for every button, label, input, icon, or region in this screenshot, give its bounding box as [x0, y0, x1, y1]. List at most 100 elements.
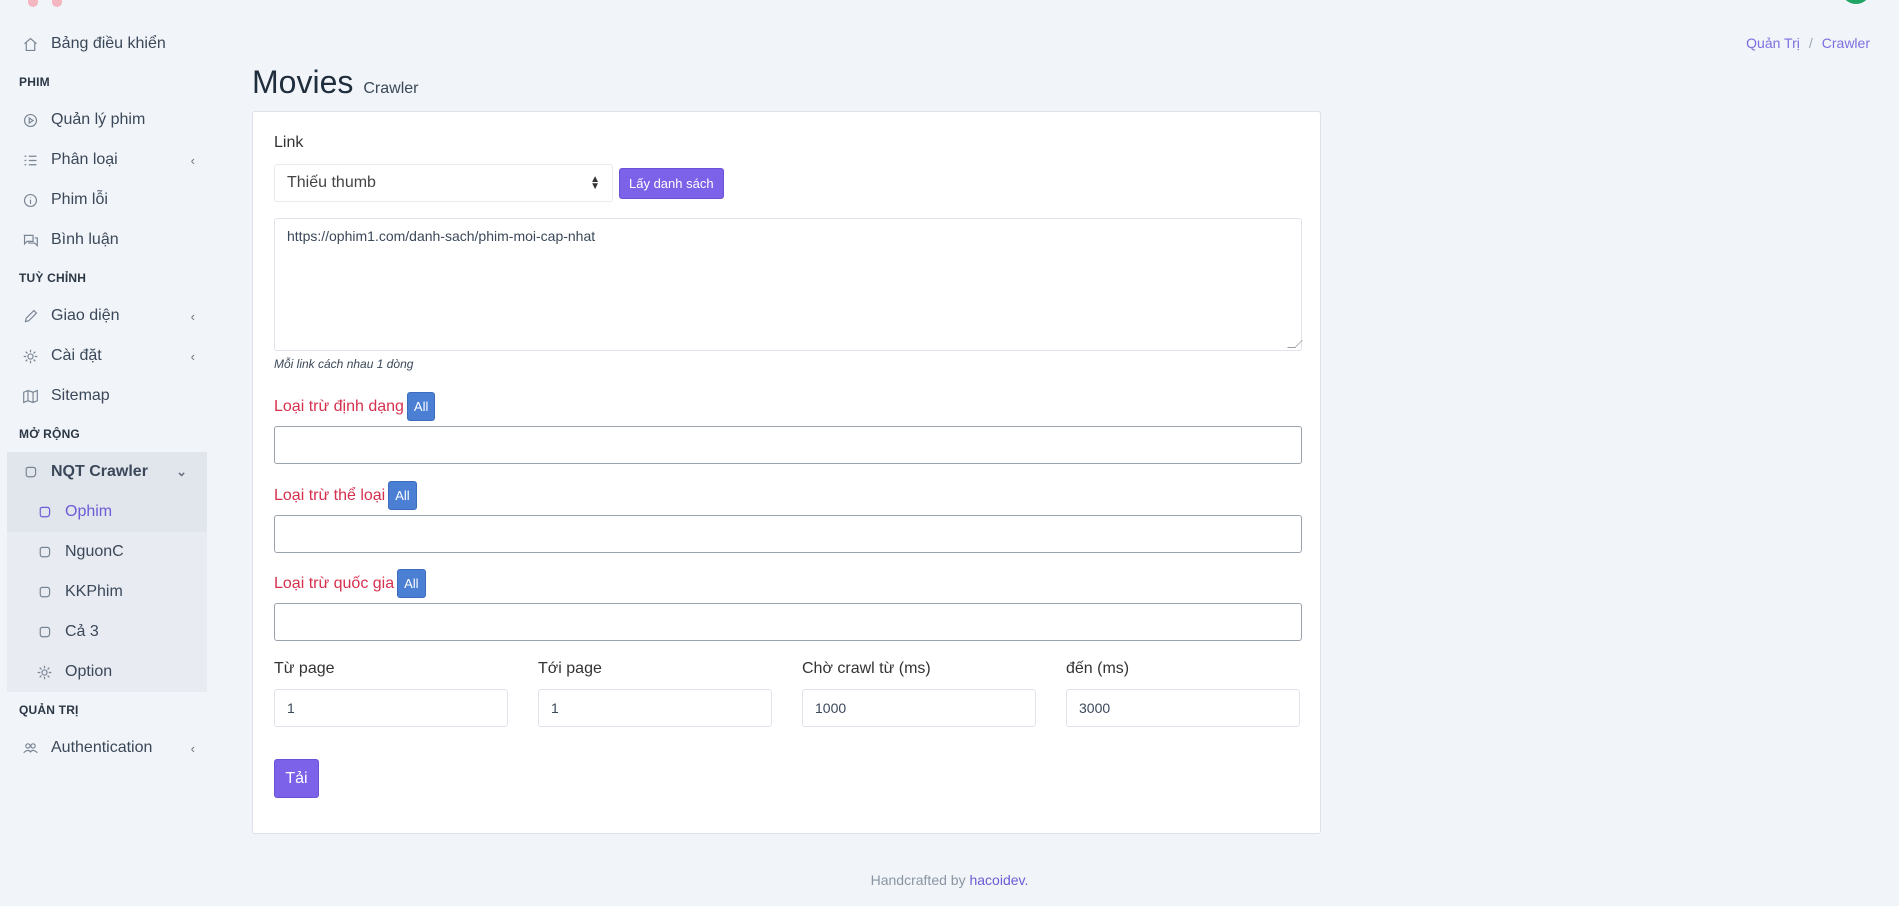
crawler-form-card: Link Thiếu thumb ▲ ▼ Lấy danh sách https:… — [252, 111, 1321, 834]
hand-icon — [20, 462, 40, 482]
link-type-select-value: Thiếu thumb — [287, 174, 376, 191]
hand-icon — [34, 502, 54, 522]
sidebar-item-nqt-crawler[interactable]: NQT Crawler ⌄ — [7, 452, 207, 492]
chevron-down-icon: ⌄ — [176, 464, 187, 479]
breadcrumb-current[interactable]: Crawler — [1822, 35, 1870, 51]
page-subtitle: Crawler — [363, 80, 419, 97]
play-circle-icon — [20, 110, 40, 130]
links-textarea[interactable]: https://ophim1.com/danh-sach/phim-moi-ca… — [274, 218, 1303, 351]
breadcrumb: Quản Trị / Crawler — [1746, 35, 1870, 51]
sidebar-item-label: Bảng điều khiển — [51, 35, 166, 52]
pencil-icon — [20, 306, 40, 326]
app-logo[interactable] — [28, 0, 98, 7]
sidebar-item-categories[interactable]: Phân loại ‹ — [0, 140, 215, 180]
footer: Handcrafted by hacoidev. — [0, 872, 1899, 888]
comments-icon — [20, 230, 40, 250]
exclude-country-input[interactable] — [274, 603, 1302, 641]
sidebar-item-label: Cài đặt — [51, 347, 102, 364]
sidebar-item-theme[interactable]: Giao diện ‹ — [0, 296, 215, 336]
sidebar-item-movie-management[interactable]: Quản lý phim — [0, 100, 215, 140]
gear-icon — [20, 346, 40, 366]
gear-icon — [34, 662, 54, 682]
sidebar-item-label: Bình luận — [51, 231, 119, 248]
page-title: Movies Crawler — [252, 64, 418, 101]
sidebar-item-kkphim[interactable]: KKPhim — [7, 572, 207, 612]
top-right-controls — [1803, 0, 1871, 4]
sidebar-item-label: Ophim — [65, 503, 113, 520]
sidebar-item-authentication[interactable]: Authentication ‹ — [0, 728, 215, 768]
sidebar-item-broken-movies[interactable]: Phim lỗi — [0, 180, 215, 220]
sidebar-item-all-three[interactable]: Cả 3 — [7, 612, 207, 652]
exclude-genre-text: Loại trừ thể loại — [274, 486, 386, 504]
links-hint: Mỗi link cách nhau 1 dòng — [274, 357, 414, 371]
exclude-genre-input[interactable] — [274, 515, 1302, 553]
sidebar-item-sitemap[interactable]: Sitemap — [0, 376, 215, 416]
to-page-input[interactable]: 1 — [538, 689, 772, 727]
from-page-input[interactable]: 1 — [274, 689, 508, 727]
sidebar-item-label: Giao diện — [51, 307, 120, 324]
sidebar-heading-customize: TUỲ CHỈNH — [19, 271, 87, 285]
map-icon — [20, 386, 40, 406]
exclude-format-label: Loại trừ định dạng All — [274, 392, 436, 421]
load-button[interactable]: Tải — [274, 759, 319, 798]
info-icon — [20, 190, 40, 210]
sidebar-item-label: Option — [65, 663, 113, 680]
wait-from-label: Chờ crawl từ (ms) — [802, 660, 931, 677]
sidebar-item-label: Cả 3 — [65, 623, 99, 640]
fetch-list-button[interactable]: Lấy danh sách — [619, 168, 724, 199]
page-title-text: Movies — [252, 64, 354, 100]
exclude-genre-all-button[interactable]: All — [388, 481, 417, 510]
sidebar-item-label: KKPhim — [65, 583, 123, 600]
hand-icon — [34, 622, 54, 642]
sidebar-heading-extensions: MỞ RỘNG — [19, 427, 80, 441]
wait-to-input[interactable]: 3000 — [1066, 689, 1300, 727]
hand-icon — [34, 582, 54, 602]
breadcrumb-separator: / — [1808, 35, 1813, 51]
footer-text: Handcrafted by — [870, 872, 966, 888]
from-page-label: Từ page — [274, 660, 335, 677]
exclude-country-text: Loại trừ quốc gia — [274, 574, 395, 592]
exclude-country-all-button[interactable]: All — [397, 569, 426, 598]
sidebar-item-nguonc[interactable]: NguonC — [7, 532, 207, 572]
crawler-submenu: NQT Crawler ⌄ Ophim NguonC KKPhim Cả 3 O… — [7, 452, 207, 692]
sidebar-item-label: NQT Crawler — [51, 463, 148, 480]
users-icon — [20, 738, 40, 758]
avatar[interactable] — [1841, 0, 1871, 4]
wait-from-input[interactable]: 1000 — [802, 689, 1036, 727]
sidebar-item-comments[interactable]: Bình luận — [0, 220, 215, 260]
sidebar-heading-phim: PHIM — [19, 75, 50, 89]
chevron-left-icon: ‹ — [190, 152, 195, 168]
resize-handle-icon[interactable] — [1287, 340, 1303, 348]
chevron-left-icon: ‹ — [190, 740, 195, 756]
chevron-left-icon: ‹ — [190, 308, 195, 324]
footer-author-link[interactable]: hacoidev. — [969, 872, 1028, 888]
exclude-country-label: Loại trừ quốc gia All — [274, 569, 426, 598]
breadcrumb-root[interactable]: Quản Trị — [1746, 35, 1800, 51]
to-page-label: Tới page — [538, 660, 602, 677]
sidebar-item-label: Phim lỗi — [51, 191, 108, 208]
link-type-select[interactable]: Thiếu thumb ▲ ▼ — [274, 164, 613, 202]
sidebar: Bảng điều khiển PHIM Quản lý phim Phân l… — [0, 24, 215, 768]
links-textarea-value: https://ophim1.com/danh-sach/phim-moi-ca… — [287, 228, 596, 244]
home-icon — [20, 34, 40, 54]
hand-icon — [34, 542, 54, 562]
select-arrows-icon: ▲ ▼ — [590, 174, 600, 192]
sidebar-item-dashboard[interactable]: Bảng điều khiển — [0, 24, 215, 64]
sidebar-item-ophim[interactable]: Ophim — [7, 492, 207, 532]
sidebar-item-label: Phân loại — [51, 151, 118, 168]
sidebar-item-label: NguonC — [65, 543, 124, 560]
sidebar-item-option[interactable]: Option — [7, 652, 207, 692]
sidebar-item-label: Authentication — [51, 739, 153, 756]
list-icon — [20, 150, 40, 170]
sidebar-item-settings[interactable]: Cài đặt ‹ — [0, 336, 215, 376]
sidebar-item-label: Quản lý phim — [51, 111, 146, 128]
exclude-format-all-button[interactable]: All — [406, 392, 436, 421]
exclude-format-input[interactable] — [274, 426, 1302, 464]
sidebar-item-label: Sitemap — [51, 387, 110, 404]
exclude-format-text: Loại trừ định dạng — [274, 397, 404, 415]
wait-to-label: đến (ms) — [1066, 660, 1130, 677]
chevron-left-icon: ‹ — [190, 348, 195, 364]
exclude-genre-label: Loại trừ thể loại All — [274, 481, 417, 510]
link-label: Link — [274, 134, 304, 151]
sidebar-heading-admin: QUẢN TRỊ — [19, 703, 79, 717]
